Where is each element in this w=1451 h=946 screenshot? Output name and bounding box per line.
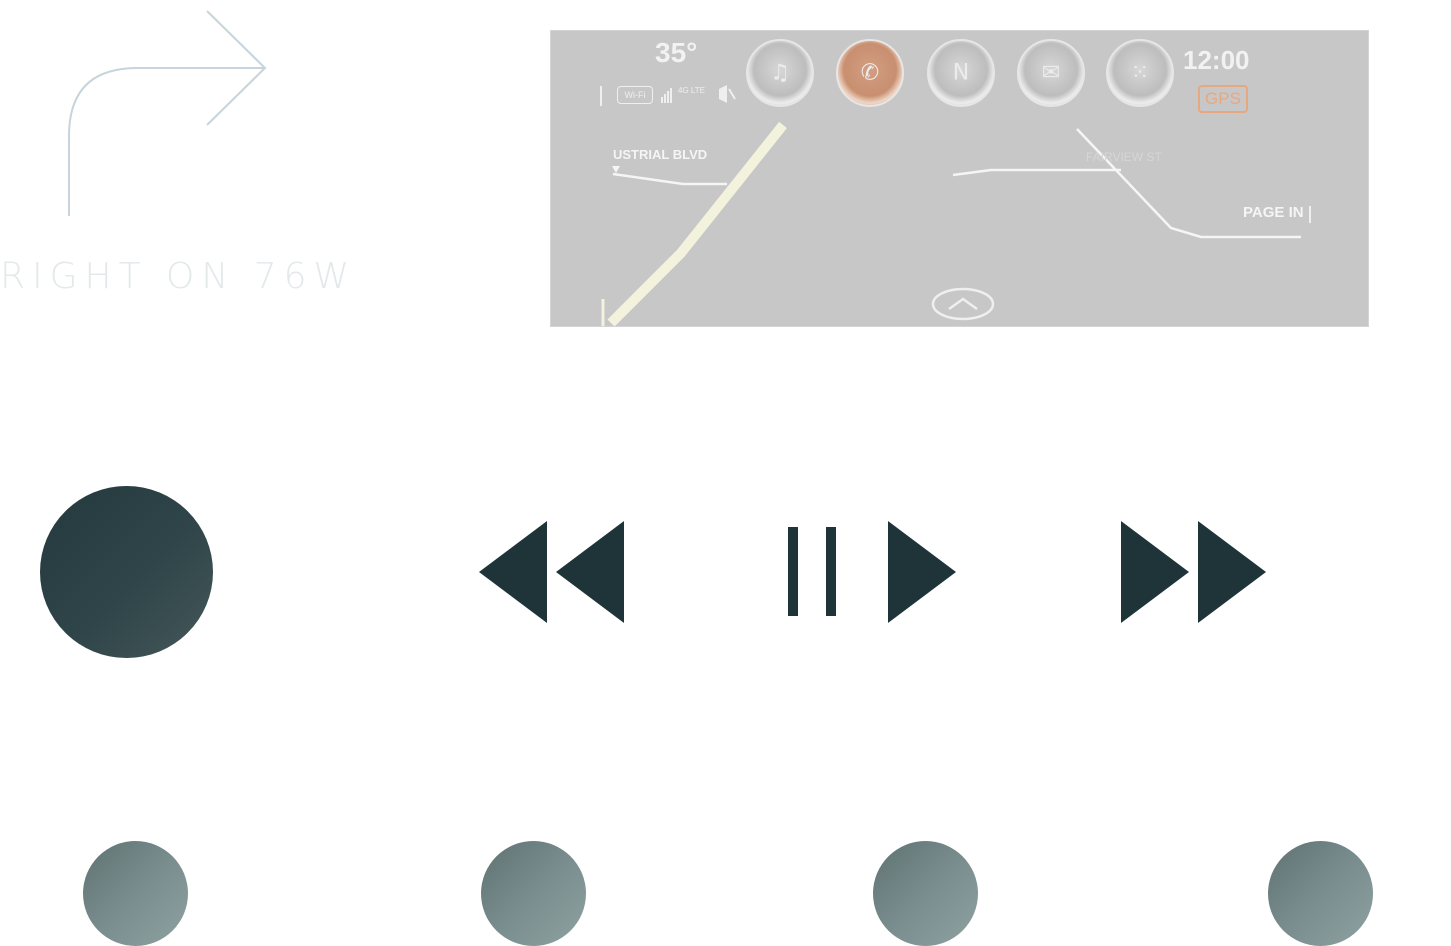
clock-readout: 12:00 [1183, 45, 1250, 75]
page-dot-1[interactable] [83, 841, 188, 946]
dialpad-app-button[interactable]: ⁙ [1106, 39, 1174, 107]
compass-app-button[interactable]: N [927, 39, 995, 107]
wifi-indicator: Wi-Fi [617, 86, 653, 104]
network-indicator: 4G LTE [678, 86, 705, 95]
street-label-right: PAGE IN [1243, 204, 1304, 221]
stop-button[interactable] [1, 442, 259, 699]
play-icon [888, 521, 956, 623]
dialpad-icon: ⁙ [1130, 60, 1150, 86]
rewind-button[interactable] [478, 520, 626, 624]
stop-icon [40, 486, 213, 658]
messages-app-button[interactable]: ✉ [1017, 39, 1085, 107]
turn-instruction-text: RIGHT ON 76W [0, 256, 357, 297]
page-dot-4[interactable] [1268, 841, 1373, 946]
pause-button[interactable] [786, 526, 840, 618]
phone-icon: ✆ [860, 60, 880, 86]
messages-icon: ✉ [1041, 60, 1061, 86]
compass-icon: N [952, 60, 970, 86]
turn-right-arrow-icon [68, 10, 267, 216]
phone-app-button[interactable]: ✆ [836, 39, 904, 107]
page-dot-2[interactable] [481, 841, 586, 946]
nav-screen-preview: 35° Wi-Fi 4G LTE ♫ ✆ N ✉ ⁙ 12:00 GPS UST… [550, 30, 1369, 327]
gps-badge[interactable]: GPS [1198, 85, 1248, 113]
street-label-left: USTRIAL BLVD [613, 147, 708, 162]
street-label-middle: FAIRVIEW ST [1086, 150, 1162, 164]
page-dot-3[interactable] [873, 841, 978, 946]
music-icon: ♫ [770, 60, 790, 86]
play-button[interactable] [886, 520, 958, 624]
music-app-button[interactable]: ♫ [746, 39, 814, 107]
chevron-up-icon[interactable] [931, 287, 995, 321]
rewind-icon [479, 521, 624, 623]
pause-icon [788, 527, 836, 616]
fast-forward-icon [1121, 521, 1266, 623]
fast-forward-button[interactable] [1120, 520, 1268, 624]
temperature-readout: 35° [655, 37, 698, 68]
